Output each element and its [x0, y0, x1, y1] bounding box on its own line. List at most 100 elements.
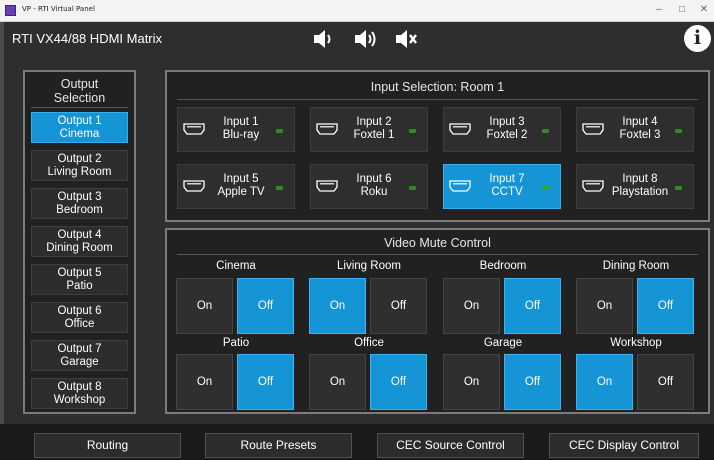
input-source-name: Apple TV [217, 186, 265, 198]
status-led [276, 186, 283, 190]
output-button-1[interactable]: Output 1 Cinema [31, 112, 128, 143]
status-led [409, 186, 416, 190]
mute-on-button-office[interactable]: On [309, 354, 366, 410]
mute-on-button-dining-room[interactable]: On [576, 278, 633, 334]
tab-cec-display-control[interactable]: CEC Display Control [549, 433, 699, 458]
input-number: Input 8 [622, 173, 658, 185]
input-label: Input 5 Apple TV [206, 173, 276, 199]
input-source-name: Foxtel 2 [486, 129, 528, 141]
mute-on-button-cinema[interactable]: On [176, 278, 233, 334]
room-label-patio: Patio [222, 337, 250, 349]
mute-off-button-cinema[interactable]: Off [237, 278, 294, 334]
tab-routing[interactable]: Routing [34, 433, 181, 458]
mute-off-button-bedroom[interactable]: Off [504, 278, 561, 334]
input-label: Input 2 Foxtel 1 [339, 116, 409, 142]
output-selection-title: Output Selection [53, 77, 106, 105]
status-led [542, 129, 549, 133]
hdmi-icon [316, 123, 338, 135]
input-button-6[interactable]: Input 6 Roku [310, 164, 428, 209]
output-room-name: Cinema [59, 128, 100, 140]
input-button-2[interactable]: Input 2 Foxtel 1 [310, 107, 428, 152]
status-led [276, 129, 283, 133]
input-number: Input 5 [223, 173, 259, 185]
divider [177, 99, 698, 100]
status-led [542, 186, 549, 190]
info-icon[interactable]: i [684, 25, 711, 52]
input-button-5[interactable]: Input 5 Apple TV [177, 164, 295, 209]
output-number: Output 4 [57, 229, 102, 241]
mute-off-button-dining-room[interactable]: Off [637, 278, 694, 334]
mute-off-button-patio[interactable]: Off [237, 354, 294, 410]
output-button-5[interactable]: Output 5 Patio [31, 264, 128, 295]
output-button-6[interactable]: Output 6 Office [31, 302, 128, 333]
mute-on-button-living-room[interactable]: On [309, 278, 366, 334]
room-label-living-room: Living Room [337, 260, 401, 272]
input-label: Input 3 Foxtel 2 [472, 116, 542, 142]
maximize-button[interactable]: □ [675, 4, 689, 16]
input-selection-panel: Input Selection: Room 1 Input 1 Blu-ray In… [165, 70, 710, 222]
input-selection-title: Input Selection: Room 1 [370, 80, 505, 94]
divider [177, 254, 698, 255]
divider [31, 107, 128, 108]
mute-off-button-office[interactable]: Off [370, 354, 427, 410]
input-label: Input 1 Blu-ray [206, 116, 276, 142]
volume-up-icon[interactable] [352, 26, 378, 52]
volume-down-icon[interactable] [309, 26, 335, 52]
room-label-dining-room: Dining Room [602, 260, 670, 272]
output-button-3[interactable]: Output 3 Bedroom [31, 188, 128, 219]
room-label-garage: Garage [483, 337, 523, 349]
app-icon [5, 5, 16, 16]
input-button-1[interactable]: Input 1 Blu-ray [177, 107, 295, 152]
output-button-2[interactable]: Output 2 Living Room [31, 150, 128, 181]
input-button-3[interactable]: Input 3 Foxtel 2 [443, 107, 561, 152]
tab-route-presets[interactable]: Route Presets [205, 433, 352, 458]
mute-on-button-patio[interactable]: On [176, 354, 233, 410]
output-button-7[interactable]: Output 7 Garage [31, 340, 128, 371]
input-label: Input 6 Roku [339, 173, 409, 199]
output-number: Output 5 [57, 267, 102, 279]
mute-off-button-garage[interactable]: Off [504, 354, 561, 410]
mute-on-button-garage[interactable]: On [443, 354, 500, 410]
video-mute-panel: Video Mute Control Cinema On Off Living Roo… [165, 228, 710, 414]
output-button-8[interactable]: Output 8 Workshop [31, 378, 128, 409]
hdmi-icon [449, 123, 471, 135]
input-number: Input 2 [356, 116, 392, 128]
output-room-name: Workshop [53, 394, 106, 406]
output-room-name: Garage [60, 356, 99, 368]
input-button-7[interactable]: Input 7 CCTV [443, 164, 561, 209]
input-label: Input 8 Playstation [605, 173, 675, 199]
mute-icon[interactable] [393, 26, 419, 52]
input-number: Input 3 [489, 116, 525, 128]
input-source-name: Foxtel 3 [619, 129, 661, 141]
input-source-name: Blu-ray [222, 129, 260, 141]
app-title: RTI VX44/88 HDMI Matrix [12, 31, 163, 46]
input-button-8[interactable]: Input 8 Playstation [576, 164, 694, 209]
window-title: VP - RTI Virtual Panel [22, 5, 95, 13]
hdmi-icon [449, 180, 471, 192]
output-button-4[interactable]: Output 4 Dining Room [31, 226, 128, 257]
minimize-button[interactable]: – [652, 4, 666, 16]
tab-cec-source-control[interactable]: CEC Source Control [377, 433, 524, 458]
mute-off-button-living-room[interactable]: Off [370, 278, 427, 334]
output-number: Output 6 [57, 305, 102, 317]
room-label-cinema: Cinema [216, 260, 256, 272]
room-label-workshop: Workshop [610, 337, 662, 349]
status-led [675, 186, 682, 190]
input-number: Input 1 [223, 116, 259, 128]
input-number: Input 4 [622, 116, 658, 128]
output-number: Output 7 [57, 343, 102, 355]
mute-off-button-workshop[interactable]: Off [637, 354, 694, 410]
input-button-4[interactable]: Input 4 Foxtel 3 [576, 107, 694, 152]
mute-on-button-bedroom[interactable]: On [443, 278, 500, 334]
input-source-name: Roku [360, 186, 388, 198]
output-number: Output 1 [57, 115, 102, 127]
window-title-bar: VP - RTI Virtual Panel – □ ✕ [0, 0, 714, 22]
output-number: Output 8 [57, 381, 102, 393]
mute-on-button-workshop[interactable]: On [576, 354, 633, 410]
close-button[interactable]: ✕ [697, 4, 711, 16]
input-source-name: Playstation [611, 186, 669, 198]
status-led [409, 129, 416, 133]
input-label: Input 4 Foxtel 3 [605, 116, 675, 142]
output-room-name: Bedroom [56, 204, 103, 216]
output-room-name: Dining Room [46, 242, 113, 254]
